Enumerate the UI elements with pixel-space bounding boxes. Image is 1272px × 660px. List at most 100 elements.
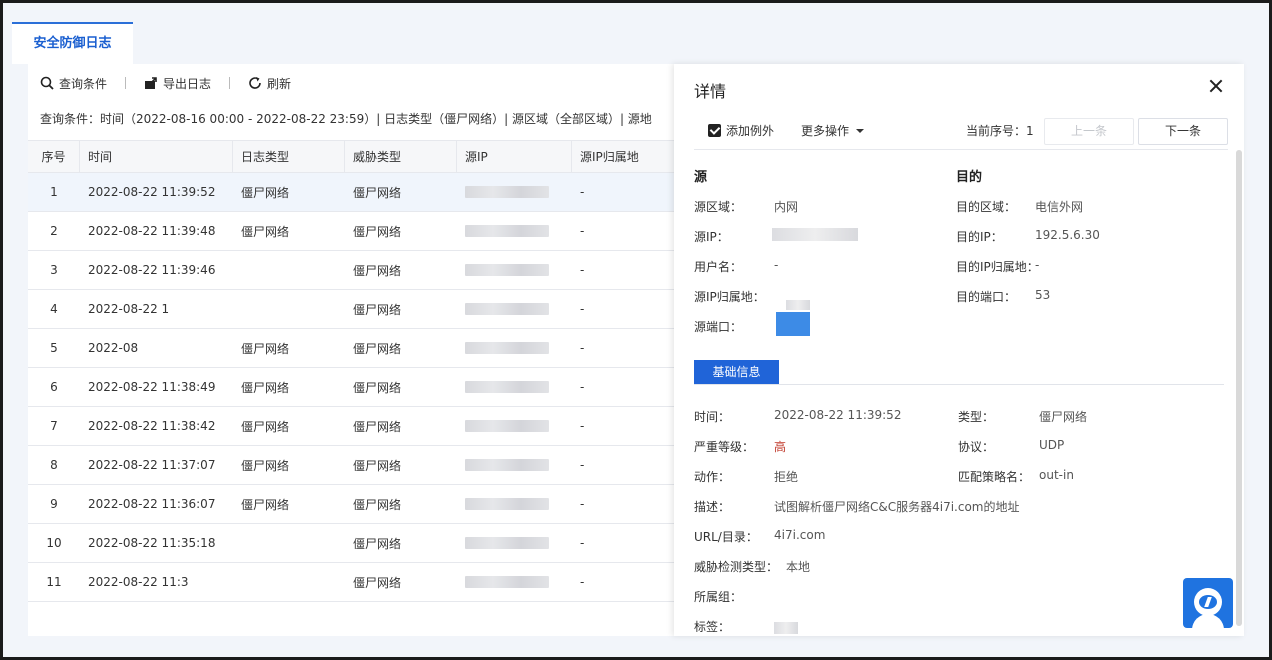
dest-zone-value: 电信外网 [1035, 200, 1084, 214]
user-label: 用户名： [694, 260, 743, 274]
col-header[interactable]: 序号 [28, 141, 80, 172]
more-actions-label: 更多操作 [801, 124, 850, 138]
section-divider [694, 384, 1224, 385]
table-row[interactable]: 4 2022-08-22 1 僵尸网络 - [28, 290, 676, 329]
tag-label: 标签： [694, 620, 731, 634]
row-number: 1 [50, 185, 58, 199]
row-source-location: - [580, 419, 585, 433]
tab-security-log[interactable]: 安全防御日志 [12, 22, 133, 64]
toolbar-divider [229, 77, 231, 89]
redacted-ip [465, 498, 549, 510]
row-log-type: 僵尸网络 [241, 341, 290, 356]
add-exception-button[interactable]: 添加例外 [708, 122, 774, 139]
row-time: 2022-08-22 11:39:52 [88, 185, 216, 199]
table-row[interactable]: 2 2022-08-22 11:39:48 僵尸网络 僵尸网络 - [28, 212, 676, 251]
col-header[interactable]: 日志类型 [233, 141, 345, 172]
tab-basic-info[interactable]: 基础信息 [694, 360, 779, 385]
row-threat-type: 僵尸网络 [353, 341, 402, 356]
redacted-ip [465, 264, 549, 276]
row-source-location: - [580, 380, 585, 394]
redacted-ip [465, 225, 549, 237]
dest-port-value: 53 [1035, 288, 1051, 302]
row-time: 2022-08-22 11:39:48 [88, 224, 216, 238]
redacted-tag [774, 622, 798, 634]
table-row[interactable]: 5 2022-08 僵尸网络 僵尸网络 - [28, 329, 676, 368]
dest-loc-label: 目的IP归属地： [956, 260, 1039, 274]
row-number: 10 [46, 536, 62, 550]
drawer-scrollbar[interactable] [1236, 150, 1242, 626]
dest-loc-value: - [1035, 258, 1040, 272]
row-time: 2022-08-22 11:37:07 [88, 458, 216, 472]
row-source-ip [457, 173, 572, 211]
row-source-ip [457, 212, 572, 250]
description-label: 描述： [694, 500, 731, 514]
assistant-robot-icon[interactable] [1183, 578, 1233, 628]
row-source-ip [457, 329, 572, 367]
row-log-type: 僵尸网络 [241, 380, 290, 395]
redacted-ip [465, 186, 549, 198]
more-actions-dropdown[interactable]: 更多操作 [801, 122, 865, 139]
source-ip-label: 源IP： [694, 230, 729, 244]
row-log-type [233, 563, 345, 601]
redacted-ip [465, 459, 549, 471]
table-row[interactable]: 7 2022-08-22 11:38:42 僵尸网络 僵尸网络 - [28, 407, 676, 446]
source-loc-label: 源IP归属地： [694, 290, 765, 304]
url-value: 4i7i.com [774, 528, 826, 542]
current-index: 当前序号：1 [966, 122, 1034, 139]
row-source-ip [457, 524, 572, 562]
scrollbar-thumb[interactable] [1236, 150, 1242, 626]
row-time: 2022-08-22 1 [88, 302, 170, 316]
row-source-location: - [580, 536, 585, 550]
col-header[interactable]: 时间 [80, 141, 233, 172]
detect-type-label: 威胁检测类型： [694, 560, 779, 574]
table-row[interactable]: 9 2022-08-22 11:36:07 僵尸网络 僵尸网络 - [28, 485, 676, 524]
row-time: 2022-08-22 11:38:42 [88, 419, 216, 433]
refresh-icon [249, 77, 261, 89]
export-button[interactable]: 导出日志 [144, 75, 211, 92]
row-number: 4 [50, 302, 58, 316]
next-button[interactable]: 下一条 [1138, 118, 1228, 145]
row-number: 3 [50, 263, 58, 277]
row-log-type: 僵尸网络 [241, 185, 290, 200]
query-button[interactable]: 查询条件 [40, 75, 107, 92]
close-icon[interactable] [1208, 78, 1224, 94]
url-label: URL/目录： [694, 530, 758, 544]
row-source-ip [457, 563, 572, 601]
description-value: 试图解析僵尸网络C&C服务器4i7i.com的地址 [774, 500, 1020, 514]
row-source-ip [457, 407, 572, 445]
severity-value: 高 [774, 440, 787, 454]
current-index-label: 当前序号：1 [966, 124, 1034, 138]
table-row[interactable]: 8 2022-08-22 11:37:07 僵尸网络 僵尸网络 - [28, 446, 676, 485]
row-number: 7 [50, 419, 58, 433]
table-row[interactable]: 11 2022-08-22 11:3 僵尸网络 - [28, 563, 676, 602]
row-log-type: 僵尸网络 [241, 224, 290, 239]
redacted-ip [465, 342, 549, 354]
table-row[interactable]: 6 2022-08-22 11:38:49 僵尸网络 僵尸网络 - [28, 368, 676, 407]
row-source-location: - [580, 263, 585, 277]
row-source-location: - [580, 224, 585, 238]
refresh-button[interactable]: 刷新 [248, 75, 291, 92]
col-header[interactable]: 威胁类型 [345, 141, 457, 172]
drawer-title: 详情 [694, 82, 727, 101]
row-time: 2022-08-22 11:39:46 [88, 263, 216, 277]
row-number: 8 [50, 458, 58, 472]
row-source-location: - [580, 302, 585, 316]
row-source-ip [457, 290, 572, 328]
table-row[interactable]: 1 2022-08-22 11:39:52 僵尸网络 僵尸网络 - [28, 173, 676, 212]
row-log-type: 僵尸网络 [241, 497, 290, 512]
row-log-type: 僵尸网络 [241, 419, 290, 434]
source-zone-label: 源区域： [694, 200, 743, 214]
refresh-button-label: 刷新 [267, 76, 292, 91]
table-row[interactable]: 10 2022-08-22 11:35:18 僵尸网络 - [28, 524, 676, 563]
row-threat-type: 僵尸网络 [353, 380, 402, 395]
prev-button[interactable]: 上一条 [1044, 118, 1134, 145]
row-source-ip [457, 251, 572, 289]
table-row[interactable]: 3 2022-08-22 11:39:46 僵尸网络 - [28, 251, 676, 290]
source-heading: 源 [694, 170, 708, 185]
log-panel: 查询条件 导出日志 刷新 查询条件：时间（2022-08-16 00:00 - … [28, 64, 676, 636]
col-header[interactable]: 源IP [457, 141, 572, 172]
row-threat-type: 僵尸网络 [353, 185, 402, 200]
row-source-ip [457, 446, 572, 484]
col-header[interactable]: 源IP归属地 [572, 141, 676, 172]
table-header: 序号 时间 日志类型 威胁类型 源IP 源IP归属地 [28, 140, 676, 173]
